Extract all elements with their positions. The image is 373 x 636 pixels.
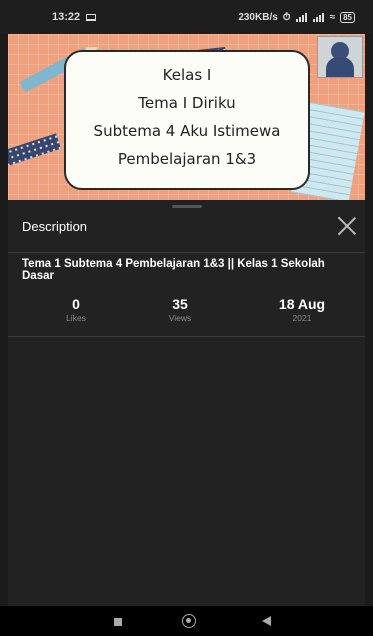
square-icon[interactable] bbox=[114, 618, 122, 626]
alarm-icon: ⏱ bbox=[282, 11, 291, 23]
views-stat: 35 Views bbox=[130, 296, 230, 323]
card-line-subtheme: Subtema 4 Aku Istimewa bbox=[93, 122, 281, 140]
signal-icon bbox=[295, 12, 308, 22]
signal-icon-2 bbox=[312, 12, 325, 22]
likes-count: 0 bbox=[72, 296, 80, 312]
likes-label: Likes bbox=[66, 313, 86, 323]
date-stat: 18 Aug 2021 bbox=[252, 296, 352, 323]
description-header: Description bbox=[8, 200, 365, 253]
views-count: 35 bbox=[172, 296, 188, 312]
video-player[interactable]: Kelas I Tema I Diriku Subtema 4 Aku Isti… bbox=[8, 34, 365, 200]
lesson-title-card: Kelas I Tema I Diriku Subtema 4 Aku Isti… bbox=[64, 50, 310, 190]
washi-tape-illustration-2 bbox=[8, 133, 62, 167]
publish-date: 18 Aug bbox=[278, 296, 326, 312]
description-panel: Description Tema 1 Subtema 4 Pembelajara… bbox=[8, 200, 365, 606]
video-stats: 0 Likes 35 Views 18 Aug 2021 bbox=[8, 296, 365, 337]
card-line-theme: Tema I Diriku bbox=[138, 94, 236, 112]
card-line-class: Kelas I bbox=[162, 66, 212, 84]
status-time: 13:22 bbox=[52, 11, 81, 23]
wifi-icon: ≈ bbox=[329, 11, 336, 23]
network-speed: 230KB/s bbox=[238, 11, 278, 23]
views-label: Views bbox=[168, 313, 192, 323]
triangle-back-icon[interactable] bbox=[262, 616, 271, 626]
system-nav-bar bbox=[0, 606, 373, 636]
screen-cast-icon bbox=[86, 13, 97, 21]
description-heading: Description bbox=[22, 219, 88, 234]
circle-icon[interactable] bbox=[182, 614, 196, 628]
video-title: Tema 1 Subtema 4 Pembelajaran 1&3 || Kel… bbox=[22, 258, 325, 282]
status-bar: 13:22 230KB/s ⏱ ≈ 85 bbox=[0, 0, 373, 34]
close-icon[interactable] bbox=[337, 216, 357, 236]
publish-year: 2021 bbox=[292, 313, 312, 323]
presenter-webcam-overlay bbox=[317, 36, 363, 78]
card-line-lesson: Pembelajaran 1&3 bbox=[117, 150, 257, 168]
battery-icon: 85 bbox=[340, 11, 355, 23]
likes-stat: 0 Likes bbox=[26, 296, 126, 323]
